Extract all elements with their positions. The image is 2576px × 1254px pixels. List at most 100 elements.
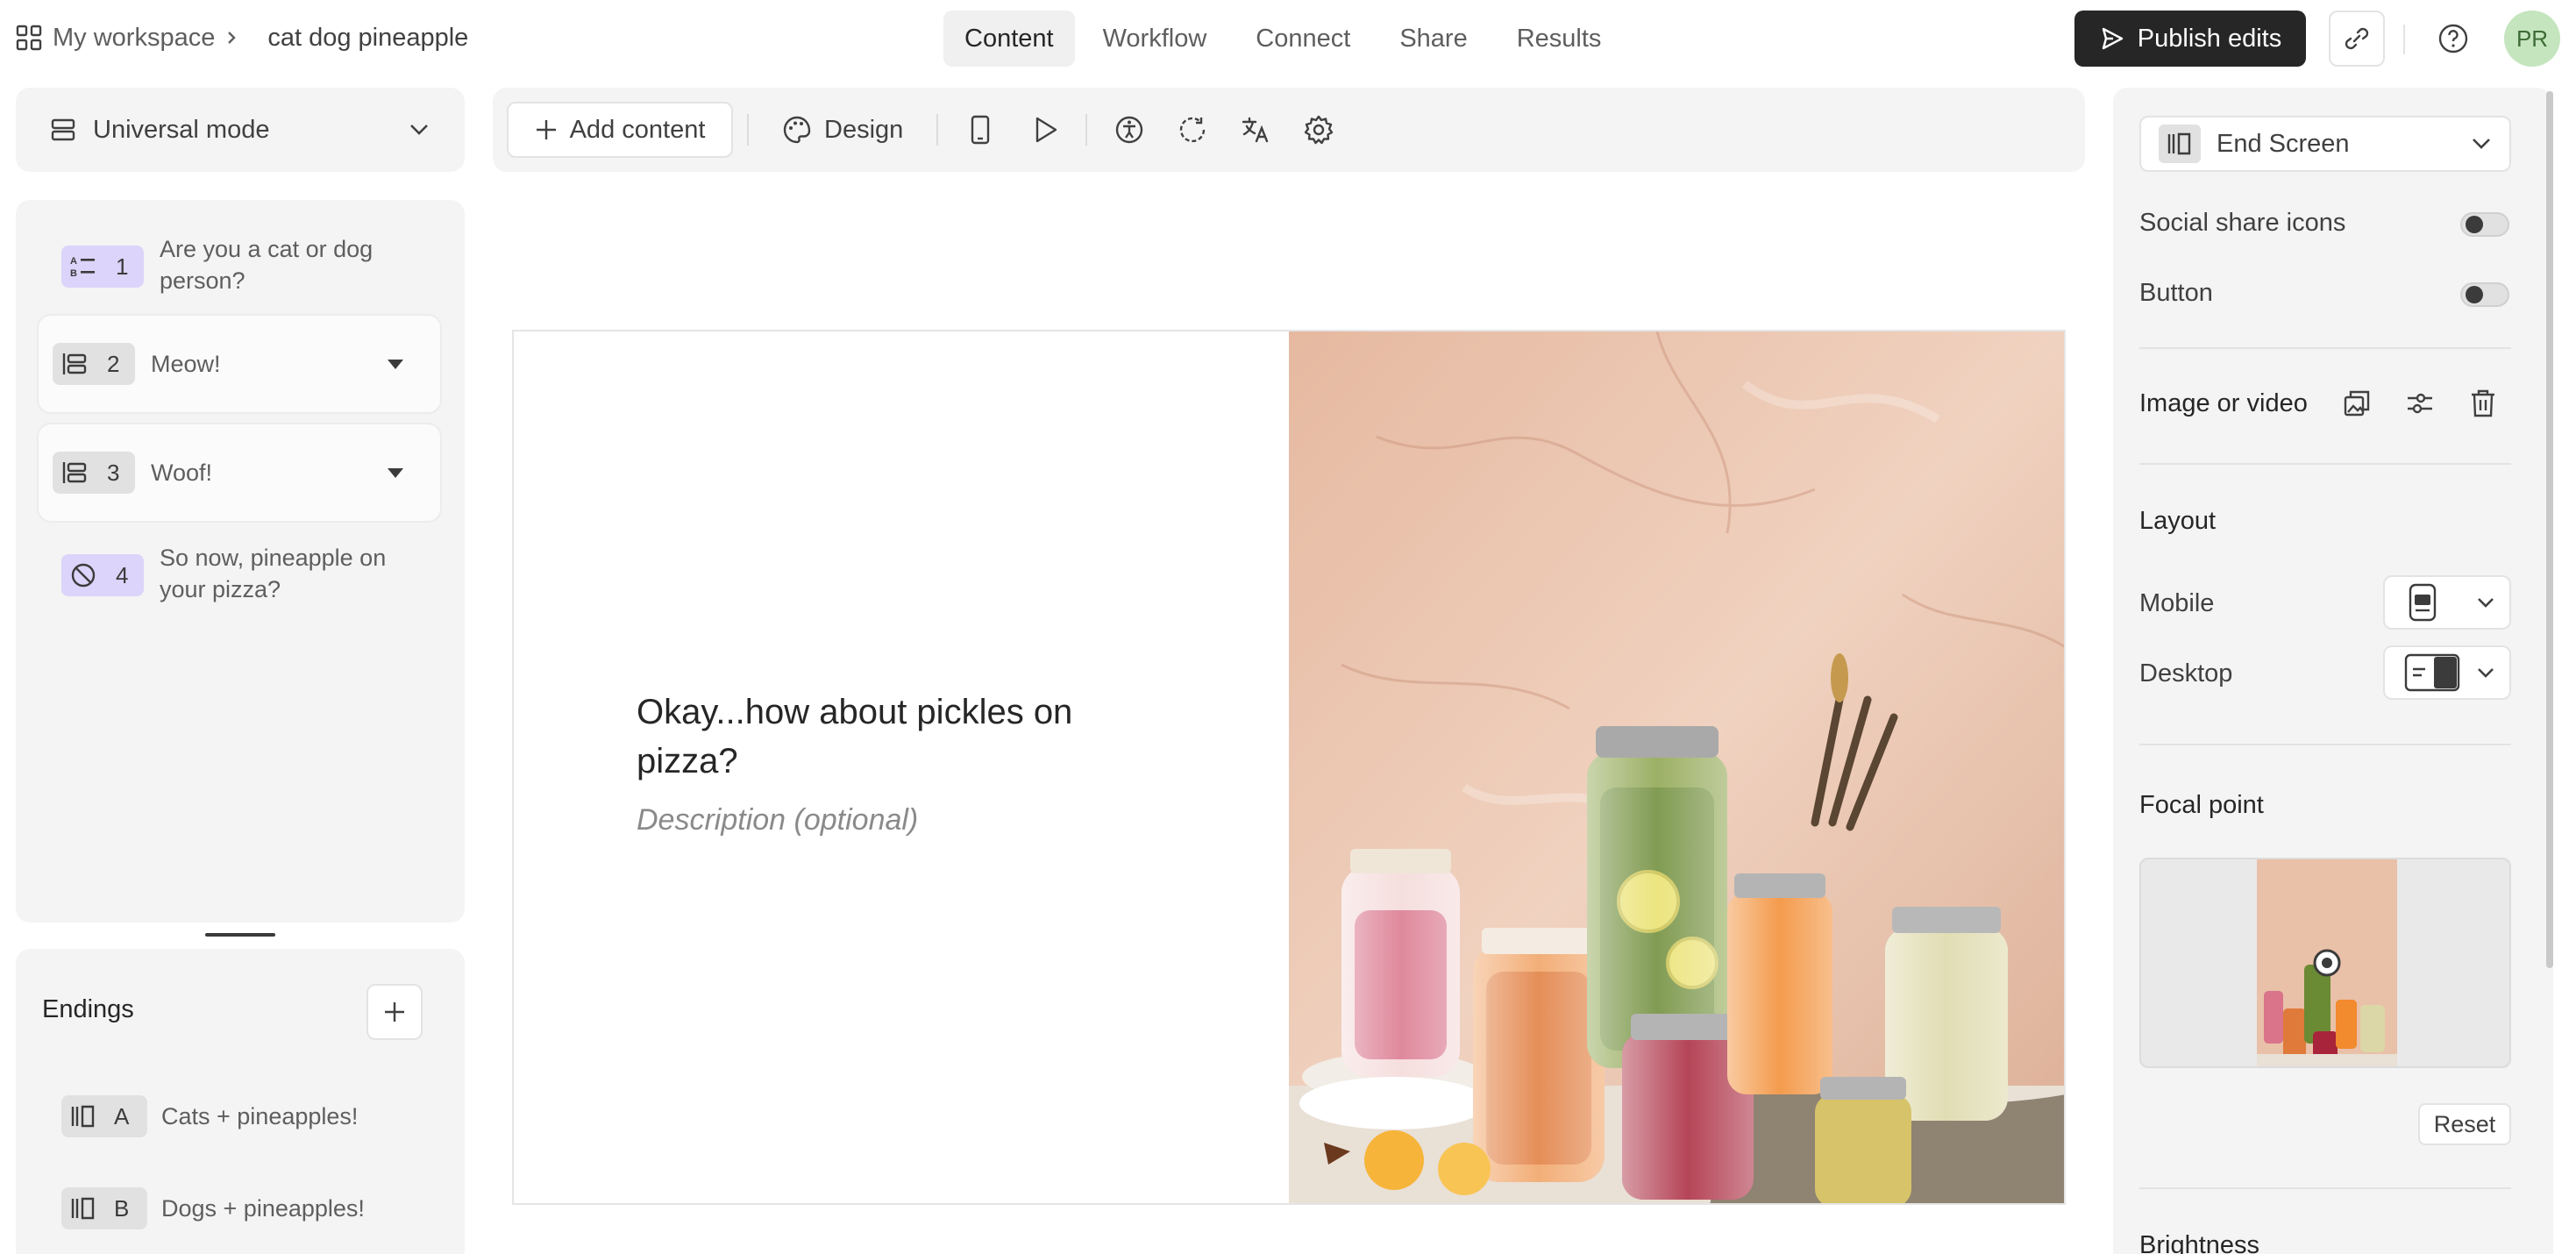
- palette-icon: [782, 115, 812, 145]
- button-toggle[interactable]: [2460, 282, 2509, 307]
- question-badge: 3: [53, 452, 135, 494]
- settings-button[interactable]: [1299, 110, 1338, 149]
- divider: [2139, 1187, 2511, 1189]
- copy-link-button[interactable]: [2329, 11, 2385, 67]
- mode-icon: [51, 118, 75, 142]
- help-icon: [2437, 23, 2469, 54]
- button-toggle-label: Button: [2139, 279, 2213, 307]
- main-nav-tabs: Content Workflow Connect Share Results: [943, 11, 1629, 67]
- focal-point-heading: Focal point: [2139, 791, 2264, 819]
- trash-icon: [2470, 388, 2496, 418]
- copy-image-icon: [2342, 388, 2372, 418]
- list-item[interactable]: B Dogs + pineapples!: [61, 1187, 365, 1229]
- question-number: 1: [116, 253, 129, 280]
- ending-icon: [70, 1196, 96, 1221]
- replace-image-button[interactable]: [2339, 386, 2374, 421]
- ending-text: Cats + pineapples!: [161, 1102, 359, 1129]
- logic-button[interactable]: [1173, 110, 1212, 149]
- translate-icon: [1241, 115, 1270, 145]
- ending-letter: A: [114, 1102, 130, 1129]
- statement-icon: [61, 352, 88, 376]
- divider: [2139, 347, 2511, 349]
- gear-icon: [1304, 115, 1334, 145]
- svg-text:B: B: [70, 268, 77, 279]
- question-text: So now, pineapple on your pizza?: [160, 545, 387, 602]
- question-text: Are you a cat or dog person?: [160, 236, 374, 294]
- image-adjust-button[interactable]: [2402, 386, 2437, 421]
- question-list: AB 1 Are you a cat or dog person? 2 Meow…: [16, 200, 465, 923]
- reset-focal-button[interactable]: Reset: [2418, 1103, 2511, 1145]
- avatar[interactable]: PR: [2504, 11, 2560, 67]
- mobile-preview-button[interactable]: [961, 110, 1000, 149]
- toggle-knob: [2466, 216, 2483, 233]
- ending-text: Dogs + pineapples!: [161, 1194, 365, 1222]
- tab-content[interactable]: Content: [943, 11, 1075, 67]
- plus-icon: [382, 1000, 407, 1024]
- add-content-label: Add content: [569, 115, 706, 144]
- publish-button[interactable]: Publish edits: [2074, 11, 2306, 67]
- desktop-layout-select[interactable]: [2383, 645, 2511, 700]
- question-number: 4: [116, 561, 129, 588]
- desktop-layout-label: Desktop: [2139, 659, 2233, 688]
- header-divider: [2403, 25, 2405, 54]
- list-item[interactable]: 2 Meow!: [37, 314, 442, 414]
- divider: [2139, 463, 2511, 465]
- caret-down-icon[interactable]: [388, 360, 403, 369]
- multiple-choice-icon: AB: [70, 254, 96, 279]
- ending-badge: A: [61, 1095, 147, 1137]
- mode-label: Universal mode: [93, 115, 270, 144]
- question-badge: 2: [53, 343, 135, 385]
- design-button[interactable]: Design: [782, 105, 903, 154]
- mobile-layout-label: Mobile: [2139, 589, 2215, 617]
- screen-type-label: End Screen: [2217, 129, 2350, 158]
- breadcrumb-workspace-link[interactable]: My workspace: [53, 24, 215, 53]
- ending-icon: [70, 1104, 96, 1129]
- divider: [2139, 744, 2511, 745]
- send-icon: [2099, 25, 2125, 52]
- mobile-layout-icon: [2408, 582, 2437, 623]
- tab-results[interactable]: Results: [1496, 11, 1623, 67]
- add-content-button[interactable]: Add content: [507, 102, 733, 158]
- list-item[interactable]: 4 So now, pineapple on your pizza?: [39, 542, 442, 605]
- settings-scrollbar-thumb[interactable]: [2546, 91, 2553, 968]
- tab-share[interactable]: Share: [1378, 11, 1488, 67]
- preview-button[interactable]: [1026, 110, 1064, 149]
- screen-description[interactable]: Description (optional): [637, 803, 918, 837]
- accessibility-icon: [1114, 115, 1144, 145]
- toggle-knob: [2466, 286, 2483, 303]
- toolbar-divider: [747, 114, 749, 146]
- question-number: 2: [107, 350, 120, 377]
- play-icon: [1032, 116, 1058, 144]
- tab-workflow[interactable]: Workflow: [1082, 11, 1228, 67]
- resize-handle[interactable]: [205, 933, 275, 937]
- social-share-toggle[interactable]: [2460, 212, 2509, 237]
- apps-grid-icon[interactable]: [16, 25, 42, 51]
- screen-title[interactable]: Okay...how about pickles on pizza?: [637, 688, 1128, 786]
- caret-down-icon[interactable]: [388, 468, 403, 478]
- screen-type-select[interactable]: End Screen: [2139, 116, 2511, 172]
- tab-connect[interactable]: Connect: [1235, 11, 1371, 67]
- mode-selector[interactable]: Universal mode: [16, 88, 465, 172]
- pickle-jars-image[interactable]: [1289, 331, 2064, 1203]
- list-item[interactable]: A Cats + pineapples!: [61, 1095, 358, 1137]
- sliders-icon: [2405, 388, 2435, 418]
- translate-button[interactable]: [1236, 110, 1275, 149]
- add-ending-button[interactable]: [366, 984, 423, 1040]
- focal-point-picker[interactable]: [2139, 858, 2511, 1068]
- end-screen-icon: [2159, 125, 2201, 163]
- mobile-layout-select[interactable]: [2383, 575, 2511, 630]
- delete-image-button[interactable]: [2466, 386, 2501, 421]
- endings-title: Endings: [42, 995, 134, 1023]
- link-icon: [2343, 25, 2371, 53]
- list-item[interactable]: AB 1 Are you a cat or dog person?: [39, 233, 442, 296]
- list-item[interactable]: 3 Woof!: [37, 423, 442, 523]
- chevron-down-icon: [2471, 137, 2492, 151]
- question-badge: AB 1: [61, 246, 144, 288]
- mobile-icon: [970, 115, 991, 145]
- screen-canvas: Okay...how about pickles on pizza? Descr…: [512, 330, 2066, 1205]
- layout-heading: Layout: [2139, 507, 2217, 535]
- accessibility-button[interactable]: [1110, 110, 1149, 149]
- chevron-down-icon: [2476, 596, 2495, 609]
- breadcrumb-form-name[interactable]: cat dog pineapple: [267, 24, 468, 53]
- help-button[interactable]: [2434, 19, 2473, 58]
